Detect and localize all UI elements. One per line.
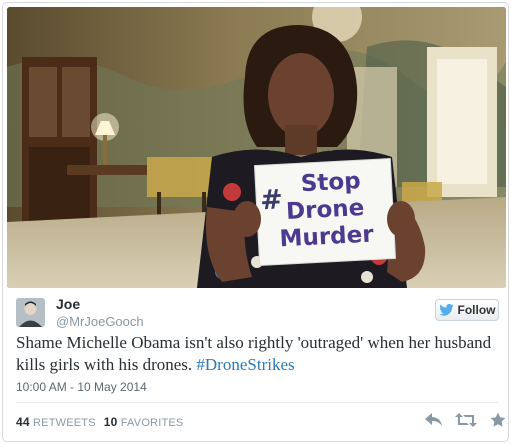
divider [16, 402, 498, 403]
tweet-timestamp[interactable]: 10:00 AM - 10 May 2014 [16, 380, 147, 394]
tweet-card: # Stop Drone Murder Joe @MrJoeGooch Foll… [2, 2, 509, 442]
sign-line-3: Murder [278, 221, 375, 253]
favorites-stat[interactable]: 10 FAVORITES [103, 415, 184, 429]
retweets-stat[interactable]: 44 RETWEETS [16, 415, 96, 429]
tweet-text: Shame Michelle Obama isn't also rightly … [16, 332, 496, 376]
photo-illustration [7, 7, 506, 288]
avatar-image [16, 298, 45, 327]
follow-button[interactable]: Follow [435, 299, 499, 321]
retweets-label: RETWEETS [33, 417, 96, 429]
twitter-bird-icon [438, 304, 454, 316]
follow-label: Follow [457, 303, 496, 317]
tweet-photo[interactable]: # Stop Drone Murder [7, 7, 506, 288]
retweets-count: 44 [16, 415, 30, 429]
retweet-icon[interactable] [455, 409, 477, 431]
display-name[interactable]: Joe [56, 296, 80, 312]
avatar[interactable] [16, 298, 45, 327]
reply-icon[interactable] [423, 409, 445, 431]
favorites-count: 10 [103, 415, 118, 429]
screen-name[interactable]: @MrJoeGooch [56, 314, 144, 329]
favorite-star-icon[interactable] [487, 409, 508, 431]
favorites-label: FAVORITES [120, 417, 184, 429]
tweet-actions [423, 409, 508, 431]
tweet-stats: 44 RETWEETS 10 FAVORITES [16, 415, 183, 429]
protest-sign-text: # Stop Drone Murder [257, 167, 395, 266]
hashtag-link[interactable]: #DroneStrikes [196, 355, 294, 374]
